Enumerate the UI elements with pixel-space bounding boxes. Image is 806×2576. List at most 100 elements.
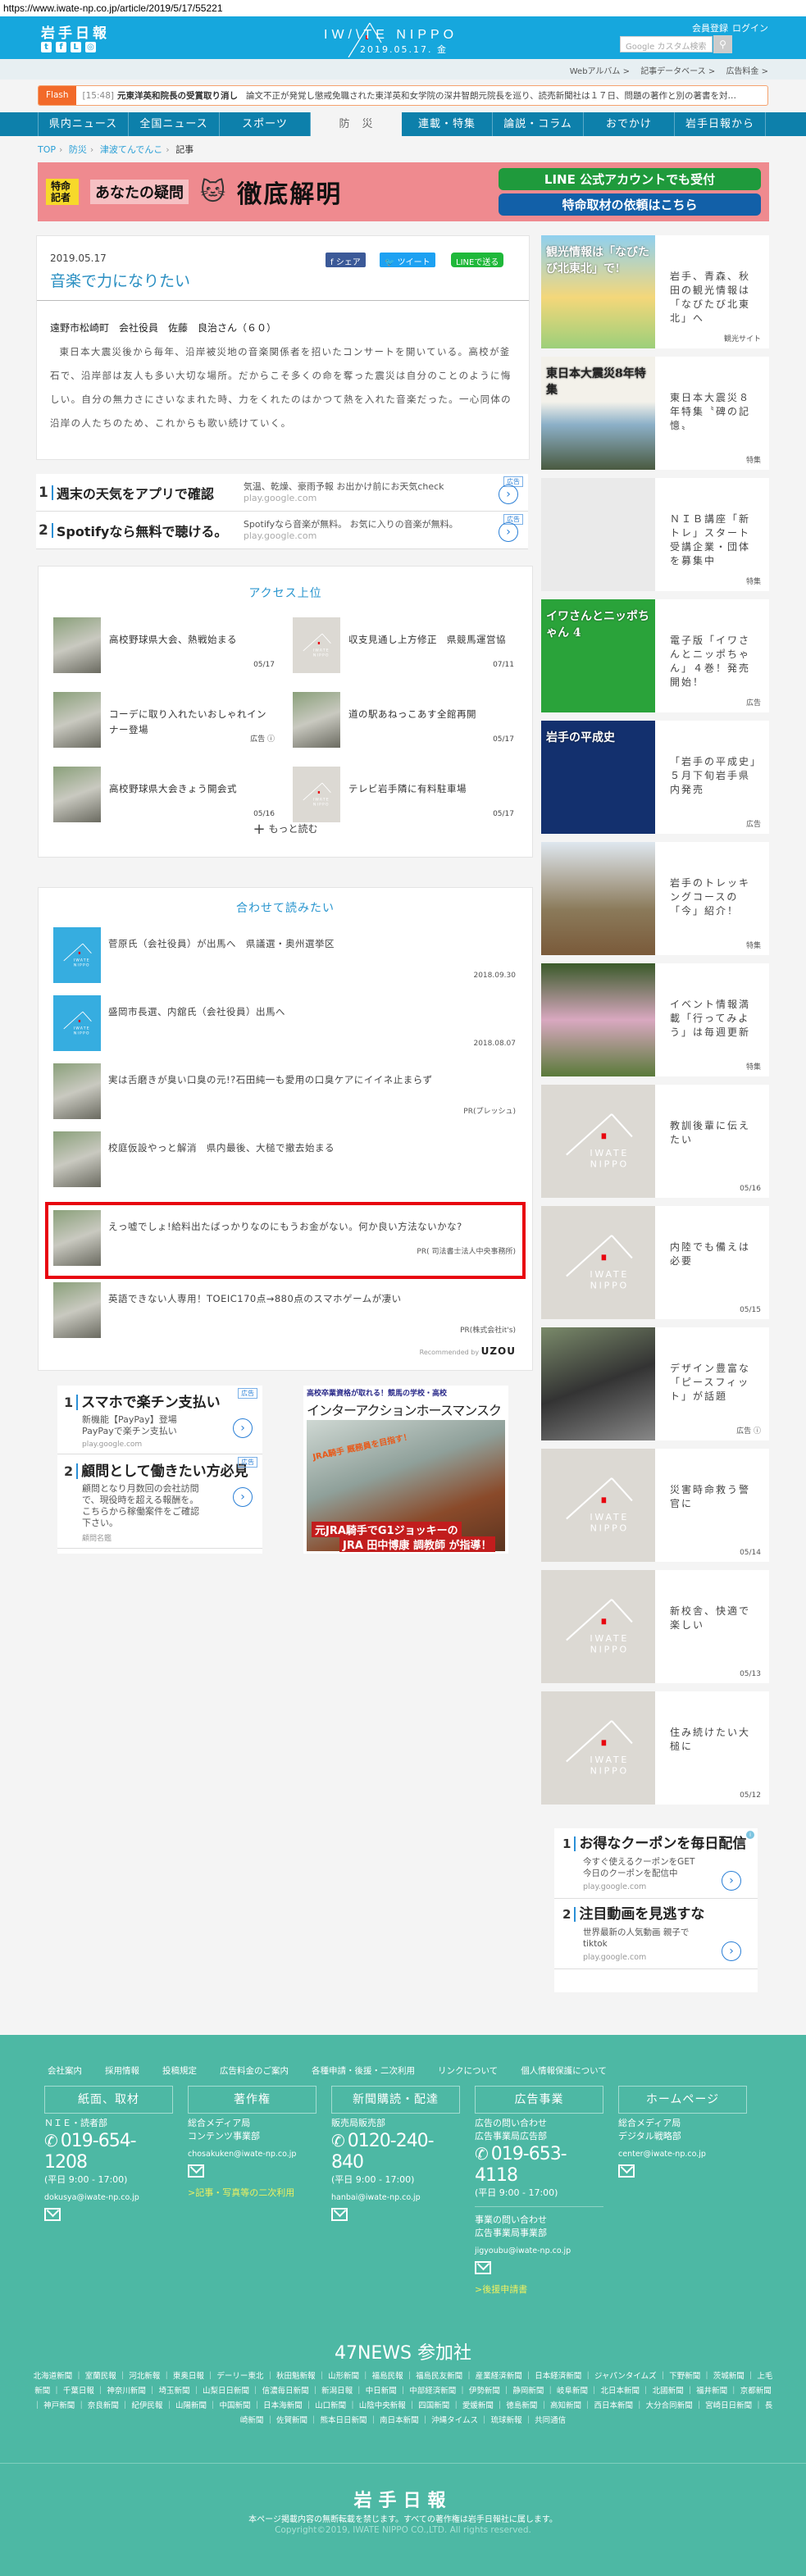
footer-link[interactable]: リンクについて bbox=[438, 2064, 498, 2077]
related-thumbnail[interactable]: IWATE NIPPO bbox=[53, 995, 101, 1051]
footer-logo[interactable]: 岩手日報 bbox=[0, 2486, 806, 2512]
footer-sublink[interactable]: >後援申請書 bbox=[475, 2283, 603, 2296]
email-address[interactable]: dokusya@iwate-np.co.jp bbox=[44, 2191, 173, 2205]
paper-link[interactable]: 愛媛新聞 bbox=[462, 2401, 494, 2410]
horseman-school-ad[interactable]: 高校卒業資格が取れる！競馬の学校・高校 インターアクションホースマンスクール J… bbox=[303, 1386, 508, 1554]
paper-link[interactable]: 日本海新聞 bbox=[263, 2401, 303, 2410]
footer-link[interactable]: 広告料金のご案内 bbox=[220, 2064, 289, 2077]
ranking-thumbnail[interactable] bbox=[293, 692, 340, 748]
sidebar-image[interactable] bbox=[541, 842, 655, 955]
footer-column-title[interactable]: 紙面、取材 bbox=[44, 2086, 173, 2114]
sidebar-card[interactable]: IWATE NIPPO 災害時命救う警官に 05/14 bbox=[541, 1449, 769, 1562]
paper-link[interactable]: 信濃毎日新聞 bbox=[262, 2387, 309, 2396]
paper-link[interactable]: 山陰中央新報 bbox=[359, 2401, 406, 2410]
ranking-thumbnail[interactable]: IWATE NIPPO bbox=[293, 617, 340, 673]
breadcrumb-tsunami[interactable]: 津波てんでんこ bbox=[100, 144, 162, 155]
phone-number[interactable]: ✆ 019-654-1208 bbox=[44, 2130, 173, 2173]
related-item[interactable]: IWATE NIPPO 盛岡市長選、内舘氏（会社役員）出馬へ 2018.08.07 bbox=[53, 995, 517, 1063]
sidebar-image[interactable]: IWATE NIPPO bbox=[541, 1085, 655, 1198]
sidebar-card[interactable]: 東日本大震災8年特集 東日本大震災８年特集〝碑の記憶〟 特集 bbox=[541, 357, 769, 470]
banner-request-button[interactable]: 特命取材の依頼はこちら bbox=[499, 193, 761, 216]
paper-link[interactable]: 山陽新聞 bbox=[175, 2401, 207, 2410]
site-logo[interactable]: 岩手日報 bbox=[41, 21, 110, 42]
paper-link[interactable]: 神戸新聞 bbox=[43, 2401, 75, 2410]
related-item[interactable]: IWATE NIPPO 菅原氏（会社役員）が出馬へ 県議選・奥州選挙区 2018.09… bbox=[53, 927, 517, 994]
paper-link[interactable]: 室蘭民報 bbox=[85, 2372, 116, 2381]
sidebar-card[interactable]: IWATE NIPPO 教訓後輩に伝えたい 05/16 bbox=[541, 1085, 769, 1198]
sidebar-image[interactable]: IWATE NIPPO bbox=[541, 1449, 655, 1562]
flash-news[interactable]: Flash [15:48] 元東洋英和院長の受賞取り消し 論文不正が発覚し懲戒免… bbox=[38, 85, 768, 106]
paper-link[interactable]: 千葉日報 bbox=[63, 2387, 94, 2396]
line-share-button[interactable]: LINEで送る bbox=[451, 253, 504, 267]
ranking-item[interactable]: 高校野球県大会きょう開会式 05/16 bbox=[53, 767, 281, 822]
nav-item-2[interactable]: スポーツ bbox=[220, 112, 311, 136]
paper-link[interactable]: 静岡新聞 bbox=[512, 2387, 544, 2396]
footer-link[interactable]: 投稿規定 bbox=[162, 2064, 197, 2077]
footer-link[interactable]: 採用情報 bbox=[105, 2064, 139, 2077]
line-icon[interactable]: L bbox=[71, 42, 81, 52]
highlighted-ad-item[interactable]: えっ嘘でしょ!給料出たばっかりなのにもうお金がない。何か良い方法ないかな? PR(… bbox=[45, 1202, 526, 1279]
related-thumbnail[interactable] bbox=[53, 1063, 101, 1119]
paper-link[interactable]: 徳島新聞 bbox=[506, 2401, 537, 2410]
ad-label[interactable]: 広告 bbox=[238, 1388, 257, 1399]
phone-number[interactable]: ✆ 0120-240-840 bbox=[331, 2130, 460, 2173]
ranking-item[interactable]: IWATE NIPPO テレビ岩手隣に有料駐車場 05/17 bbox=[293, 767, 521, 822]
nav-item-4[interactable]: 連載・特集 bbox=[402, 112, 493, 136]
mail-icon[interactable] bbox=[618, 2164, 635, 2178]
footer-sublink[interactable]: >記事・写真等の二次利用 bbox=[188, 2187, 316, 2200]
article-db-link[interactable]: 記事データベース > bbox=[640, 67, 715, 76]
footer-column-title[interactable]: 著作権 bbox=[188, 2086, 316, 2114]
ranking-item[interactable]: 道の駅あねっこあす全館再開 05/17 bbox=[293, 692, 521, 748]
breadcrumb-top[interactable]: TOP bbox=[38, 144, 56, 155]
paper-link[interactable]: 伊勢新聞 bbox=[469, 2387, 500, 2396]
ad-rates-link[interactable]: 広告料金 > bbox=[726, 67, 768, 76]
related-thumbnail[interactable] bbox=[53, 1282, 101, 1338]
phone-number[interactable]: ✆ 019-653-4118 bbox=[475, 2143, 603, 2187]
paper-link[interactable]: 福島民報 bbox=[372, 2372, 403, 2381]
sidebar-image[interactable]: IWATE NIPPO bbox=[541, 1691, 655, 1805]
paper-link[interactable]: 下野新聞 bbox=[669, 2372, 700, 2381]
ranking-item[interactable]: IWATE NIPPO 収支見通し上方修正 県競馬運営協 07/11 bbox=[293, 617, 521, 673]
related-thumbnail[interactable] bbox=[53, 1210, 101, 1266]
ad-item[interactable]: 1 週末の天気をアプリで確認 気温、乾燥、豪雨予報 お出かけ前にお天気check p… bbox=[36, 474, 528, 512]
paper-link[interactable]: 新潟日報 bbox=[321, 2387, 353, 2396]
paper-link[interactable]: 高知新聞 bbox=[550, 2401, 581, 2410]
sidebar-card[interactable]: IWATE NIPPO 新校舎、快適で楽しい 05/13 bbox=[541, 1570, 769, 1683]
paper-link[interactable]: 福島民友新聞 bbox=[416, 2372, 462, 2381]
email-address[interactable]: hanbai@iwate-np.co.jp bbox=[331, 2191, 460, 2205]
paper-link[interactable]: 沖縄タイムス bbox=[431, 2416, 478, 2425]
ranking-thumbnail[interactable] bbox=[53, 767, 101, 822]
paper-link[interactable]: 山梨日日新聞 bbox=[203, 2387, 249, 2396]
uzou-credit[interactable]: Recommended by UZOU bbox=[420, 1345, 516, 1357]
chevron-right-icon[interactable]: › bbox=[722, 1941, 741, 1961]
sidebar-card[interactable]: IWATE NIPPO 内陸でも備えは必要 05/15 bbox=[541, 1206, 769, 1319]
ad-item[interactable]: 2 顧問として働きたい方必見 顧問となり月数回の会社訪問で、現役時を超える報酬を。こ… bbox=[57, 1454, 262, 1549]
chevron-right-icon[interactable]: › bbox=[499, 522, 518, 542]
footer-link[interactable]: 各種申請・後援・二次利用 bbox=[312, 2064, 415, 2077]
ad-item[interactable]: 2 Spotifyなら無料で聴ける。 Spotifyなら音楽が無料。 お気に入りの音… bbox=[36, 512, 528, 549]
facebook-share-button[interactable]: f シェア bbox=[326, 253, 366, 267]
mail-icon[interactable] bbox=[188, 2164, 204, 2178]
chevron-right-icon[interactable]: › bbox=[233, 1487, 253, 1507]
mail-icon[interactable] bbox=[44, 2208, 61, 2221]
paper-link[interactable]: 南日本新聞 bbox=[380, 2416, 419, 2425]
paper-link[interactable]: 佐賀新聞 bbox=[276, 2416, 307, 2425]
paper-link[interactable]: デーリー東北 bbox=[216, 2372, 263, 2381]
paper-link[interactable]: 京都新聞 bbox=[740, 2387, 772, 2396]
footer-column-title[interactable]: 広告事業 bbox=[475, 2086, 603, 2114]
paper-link[interactable]: 福井新聞 bbox=[696, 2387, 727, 2396]
sidebar-image[interactable] bbox=[541, 478, 655, 591]
search-input[interactable]: Google カスタム検索 bbox=[620, 36, 713, 52]
paper-link[interactable]: 琉球新報 bbox=[491, 2416, 522, 2425]
web-album-link[interactable]: Webアルバム > bbox=[570, 67, 630, 76]
sidebar-card[interactable]: イワさんとニッポちゃん 4 電子版「イワさんとニッポちゃん」４巻！発売開始！ 広告 bbox=[541, 599, 769, 712]
ad-label[interactable]: 広告 bbox=[238, 1457, 257, 1468]
paper-link[interactable]: 山形新聞 bbox=[328, 2372, 359, 2381]
paper-link[interactable]: 東奥日報 bbox=[173, 2372, 204, 2381]
paper-link[interactable]: 西日本新聞 bbox=[594, 2401, 634, 2410]
nav-item-3[interactable]: 防 災 bbox=[311, 112, 402, 138]
sidebar-image[interactable] bbox=[541, 963, 655, 1076]
paper-link[interactable]: 共同通信 bbox=[535, 2416, 566, 2425]
paper-link[interactable]: 中部経済新聞 bbox=[409, 2387, 456, 2396]
sidebar-card[interactable]: デザイン豊富な「ピースフィット」が話題 広告 ⓘ bbox=[541, 1327, 769, 1440]
